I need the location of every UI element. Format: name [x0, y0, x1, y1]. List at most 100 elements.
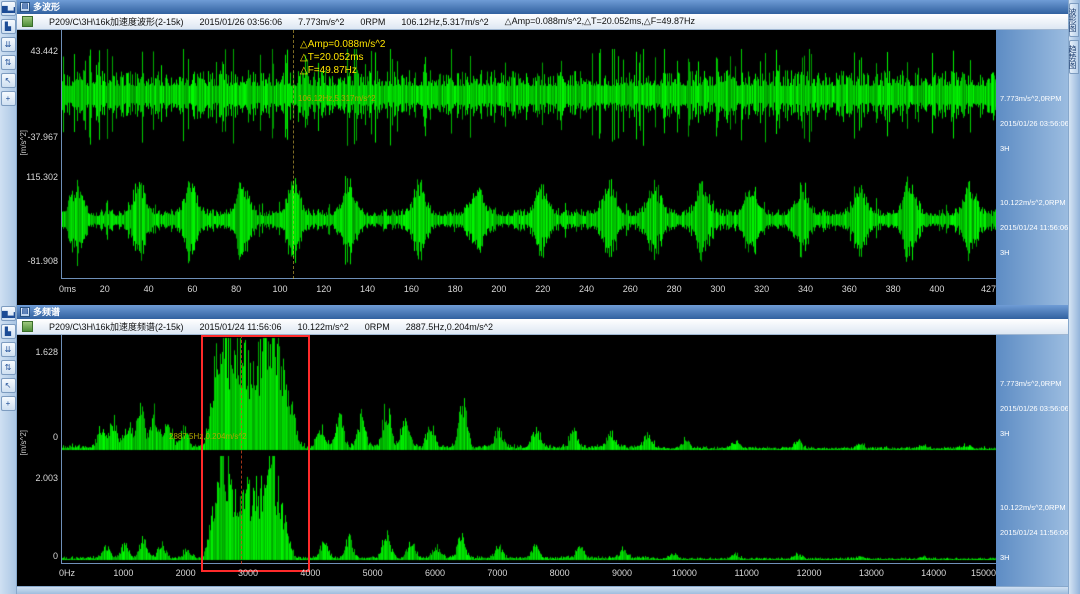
spectrum-y-axis: 1.628 0 2.003 0 [m/s^2]	[17, 335, 61, 586]
x-axis-label: 240	[579, 284, 594, 294]
x-axis-label: 400	[929, 284, 944, 294]
x-axis-label: 140	[360, 284, 375, 294]
spectrum-window-titlebar[interactable]: ▤ 多频谱	[17, 305, 1068, 319]
x-axis-label: 3000	[238, 568, 258, 578]
trace2-amplitude: 10.122m/s^2,0RPM	[1000, 503, 1066, 512]
spectrum-header: P209/C\3H\16k加速度频谱(2-15k) 2015/01/24 11:…	[17, 319, 1068, 335]
x-axis-label: 9000	[612, 568, 632, 578]
x-axis-label: 15000	[971, 568, 996, 578]
cursor-readout: 2887.5Hz,0.204m/s^2	[406, 322, 493, 332]
delta-freq-label: △F=49.87Hz	[300, 64, 385, 77]
x-axis-label: 0ms	[59, 284, 76, 294]
waveform-canvas[interactable]	[62, 30, 997, 279]
channel-icon	[22, 16, 33, 27]
y-axis-unit: [m/s^2]	[19, 130, 28, 156]
channel-icon	[22, 321, 33, 332]
x-axis-label: 0Hz	[59, 568, 75, 578]
trace1-amplitude: 7.773m/s^2,0RPM	[1000, 94, 1061, 103]
histogram-icon[interactable]: ▙	[1, 19, 16, 34]
tab-trend[interactable]: 趋势图	[1069, 40, 1079, 74]
cursor-arrow-icon[interactable]: ↖	[1, 378, 16, 393]
histogram-icon[interactable]: ▙	[1, 324, 16, 339]
waveform-canvas-area[interactable]	[61, 30, 996, 279]
x-axis-label: 180	[448, 284, 463, 294]
waveform-toolbar: ▆▂▅ ▙ ⇊ ⇅ ↖ +	[0, 0, 17, 305]
pan-hand-icon[interactable]: +	[1, 396, 16, 411]
x-axis-label: 20	[100, 284, 110, 294]
x-axis-label: 260	[623, 284, 638, 294]
window-icon: ▤	[20, 307, 30, 317]
tab-waveform[interactable]: 波形图	[1069, 3, 1079, 37]
x-axis-label: 120	[316, 284, 331, 294]
trace2-datetime: 2015/01/24 11:56:06	[1000, 223, 1068, 232]
swap-arrows-icon[interactable]: ⇅	[1, 55, 16, 70]
waveform-plot-area: 43.442 -37.967 115.302 -81.908 [m/s^2] △…	[17, 30, 1068, 305]
window-icon: ▤	[20, 2, 30, 12]
x-axis-label: 320	[754, 284, 769, 294]
x-axis-label: 340	[798, 284, 813, 294]
trace2-datetime: 2015/01/24 11:56:06	[1000, 528, 1068, 537]
waveform-cursor-line[interactable]	[293, 30, 294, 279]
waveform-right-strip[interactable]: 波形图 趋势图	[1068, 0, 1080, 305]
bar-chart-icon[interactable]: ▆▂▅	[1, 1, 16, 16]
vibration-analysis-app: ▆▂▅ ▙ ⇊ ⇅ ↖ + ▤ 多波形 P209/C\3H\16k加速度波形(2-15k)…	[0, 0, 1080, 594]
x-axis-label: 160	[404, 284, 419, 294]
spectrum-x-axis: 0Hz1000200030004000500060007000800090001…	[61, 568, 996, 582]
waveform-cursor-label: 106.12Hz,5.317m/s^2	[298, 94, 376, 103]
trace2-point: 3H	[1000, 248, 1010, 257]
waveform-legend-panel: 7.773m/s^2,0RPM 2015/01/26 03:56:06 3H 1…	[996, 30, 1068, 305]
download-arrows-icon[interactable]: ⇊	[1, 342, 16, 357]
x-axis-label: 100	[272, 284, 287, 294]
x-axis-label: 10000	[672, 568, 697, 578]
x-axis-label: 1000	[113, 568, 133, 578]
y-axis-label: 43.442	[30, 46, 58, 56]
measure-datetime: 2015/01/24 11:56:06	[200, 322, 282, 332]
x-axis-label: 12000	[796, 568, 821, 578]
x-axis-label: 14000	[921, 568, 946, 578]
x-axis-label: 300	[710, 284, 725, 294]
x-axis-label: 4000	[300, 568, 320, 578]
trace1-point: 3H	[1000, 429, 1010, 438]
delta-annotation: △Amp=0.088m/s^2 △T=20.052ms △F=49.87Hz	[300, 38, 385, 77]
bar-chart-icon[interactable]: ▆▂▅	[1, 306, 16, 321]
horizontal-scrollbar[interactable]	[17, 586, 1068, 594]
pan-hand-icon[interactable]: +	[1, 91, 16, 106]
delta-time-label: △T=20.052ms	[300, 51, 385, 64]
cursor-arrow-icon[interactable]: ↖	[1, 73, 16, 88]
waveform-y-axis: 43.442 -37.967 115.302 -81.908 [m/s^2]	[17, 30, 61, 305]
x-axis-label: 360	[842, 284, 857, 294]
x-axis-label: 380	[886, 284, 901, 294]
y-axis-unit: [m/s^2]	[19, 430, 28, 456]
spectrum-window: ▆▂▅ ▙ ⇊ ⇅ ↖ + ▤ 多频谱 P209/C\3H\16k加速度频谱(2-15k)…	[0, 305, 1080, 594]
rpm-value: 0RPM	[360, 17, 385, 27]
trace1-amplitude: 7.773m/s^2,0RPM	[1000, 379, 1061, 388]
trace1-point: 3H	[1000, 144, 1010, 153]
download-arrows-icon[interactable]: ⇊	[1, 37, 16, 52]
waveform-window-titlebar[interactable]: ▤ 多波形	[17, 0, 1068, 14]
x-axis-label: 80	[231, 284, 241, 294]
x-axis-label: 7000	[487, 568, 507, 578]
cursor-readout: 106.12Hz,5.317m/s^2	[401, 17, 488, 27]
delta-amp-label: △Amp=0.088m/s^2	[300, 38, 385, 51]
y-axis-label: 1.628	[35, 347, 58, 357]
window-title: 多频谱	[33, 307, 60, 317]
delta-readout: △Amp=0.088m/s^2,△T=20.052ms,△F=49.87Hz	[505, 16, 695, 27]
trace2-amplitude: 10.122m/s^2,0RPM	[1000, 198, 1066, 207]
x-axis-label: 2000	[176, 568, 196, 578]
spectrum-cursor-line[interactable]	[241, 335, 242, 564]
window-title: 多波形	[33, 2, 60, 12]
spectrum-right-strip[interactable]	[1068, 305, 1080, 594]
x-axis-label: 6000	[425, 568, 445, 578]
x-axis-label: 5000	[363, 568, 383, 578]
waveform-header: P209/C\3H\16k加速度波形(2-15k) 2015/01/26 03:…	[17, 14, 1068, 30]
x-axis-label: 60	[187, 284, 197, 294]
spectrum-legend-panel: 7.773m/s^2,0RPM 2015/01/26 03:56:06 3H 1…	[996, 335, 1068, 586]
trace1-datetime: 2015/01/26 03:56:06	[1000, 404, 1068, 413]
frequency-selection-box[interactable]	[201, 335, 311, 572]
measure-datetime: 2015/01/26 03:56:06	[200, 17, 283, 27]
y-axis-label: -37.967	[27, 132, 58, 142]
x-axis-label: 40	[144, 284, 154, 294]
x-axis-label: 220	[535, 284, 550, 294]
swap-arrows-icon[interactable]: ⇅	[1, 360, 16, 375]
peak-amplitude: 10.122m/s^2	[297, 322, 348, 332]
